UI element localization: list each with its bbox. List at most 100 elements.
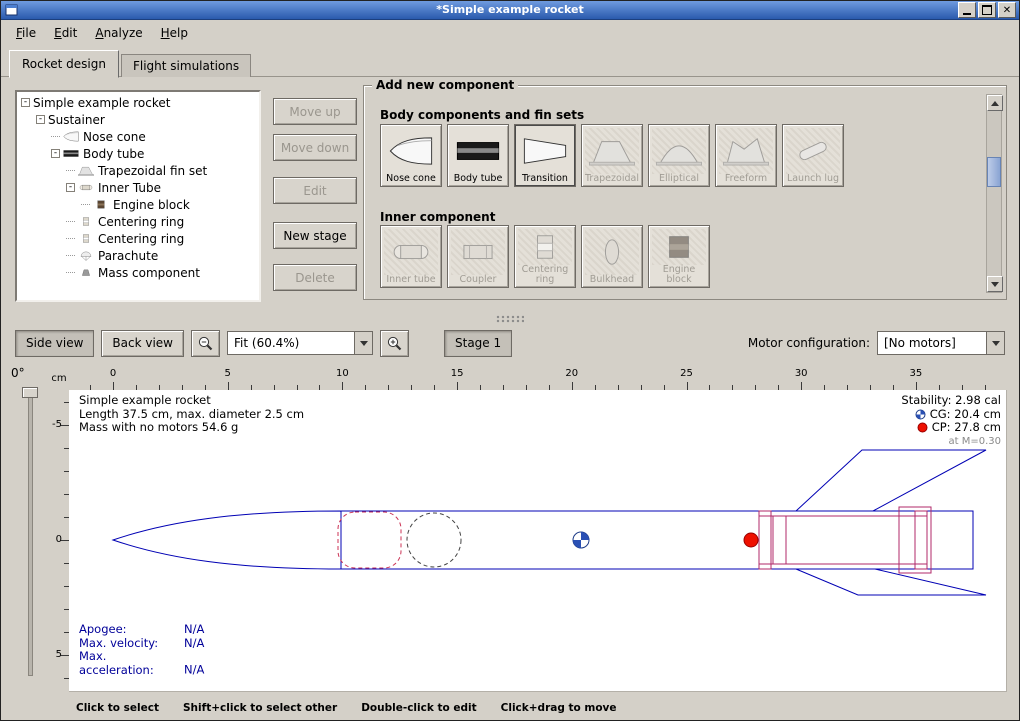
launchlug-icon — [790, 136, 836, 166]
innertube-icon — [388, 237, 434, 267]
ruler-tick — [228, 382, 229, 390]
motor-configuration-select[interactable]: [No motors] — [877, 331, 1005, 355]
back-view-button[interactable]: Back view — [101, 330, 184, 357]
fin-outline-upper[interactable] — [796, 450, 986, 511]
status-hint: Double-click to edit — [361, 702, 476, 714]
add-coupler-button[interactable]: Coupler — [447, 225, 509, 288]
component-button-label: Transition — [522, 174, 568, 184]
add-body-tube-button[interactable]: Body tube — [447, 124, 509, 187]
scroll-down-icon[interactable] — [987, 276, 1003, 292]
stage-1-toggle[interactable]: Stage 1 — [444, 330, 512, 357]
tree-item-mass-component[interactable]: Mass component — [17, 264, 259, 281]
tree-item-trapezoidal-fin-set[interactable]: Trapezoidal fin set — [17, 162, 259, 179]
rotation-slider[interactable] — [28, 391, 33, 676]
tree-expander-icon[interactable]: - — [36, 115, 45, 124]
split-pane-divider[interactable] — [1, 313, 1019, 325]
menu-item-analyze[interactable]: Analyze — [86, 22, 151, 44]
tab-rocket-design[interactable]: Rocket design — [9, 50, 119, 78]
mass-icon — [78, 267, 94, 278]
edit-button[interactable]: Edit — [273, 177, 357, 204]
component-scrollbar[interactable] — [986, 94, 1002, 293]
add-centering-ring-button[interactable]: Centering ring — [514, 225, 576, 288]
add-transition-button[interactable]: Transition — [514, 124, 576, 187]
fin-trapezoidal-icon — [585, 128, 639, 174]
menu-item-edit[interactable]: Edit — [45, 22, 86, 44]
title-bar: *Simple example rocket ✕ — [1, 1, 1019, 20]
tree-expander-icon[interactable]: - — [51, 149, 60, 158]
tree-expander-icon[interactable]: - — [21, 98, 30, 107]
tree-item-sustainer[interactable]: -Sustainer — [17, 111, 259, 128]
tree-expander-icon[interactable]: - — [66, 183, 75, 192]
minimize-icon — [963, 13, 971, 15]
add-nose-cone-button[interactable]: Nose cone — [380, 124, 442, 187]
menu-item-file[interactable]: File — [7, 22, 45, 44]
menu-item-help[interactable]: Help — [152, 22, 197, 44]
motor-mount-outline[interactable] — [759, 507, 931, 573]
maximize-button[interactable] — [978, 2, 996, 18]
scrollbar-thumb[interactable] — [987, 157, 1001, 187]
add-launch-lug-button[interactable]: Launch lug — [782, 124, 844, 187]
side-view-button[interactable]: Side view — [15, 330, 94, 357]
flight-data-row: Apogee:N/A — [79, 623, 204, 637]
component-tree[interactable]: -Simple example rocket-SustainerNose con… — [15, 90, 261, 302]
tree-item-nose-cone[interactable]: Nose cone — [17, 128, 259, 145]
close-button[interactable]: ✕ — [998, 2, 1016, 18]
transition-icon — [518, 128, 572, 174]
zoom-level-select[interactable]: Fit (60.4%) — [227, 331, 373, 355]
nose-cone-outline[interactable] — [113, 511, 341, 569]
component-button-row: Inner tubeCouplerCentering ringBulkheadE… — [380, 225, 710, 288]
bodytube-icon — [63, 148, 79, 159]
move-down-button[interactable]: Move down — [273, 134, 357, 161]
rotation-slider-handle[interactable] — [22, 387, 38, 398]
tree-item-body-tube[interactable]: -Body tube — [17, 145, 259, 162]
tree-item-engine-block[interactable]: Engine block — [17, 196, 259, 213]
parachute-dashed-outline[interactable] — [338, 512, 401, 568]
tree-connector — [66, 238, 75, 239]
tree-item-inner-tube[interactable]: -Inner Tube — [17, 179, 259, 196]
mass-component-dashed-outline[interactable] — [407, 513, 461, 567]
add-engine-block-button[interactable]: Engine block — [648, 225, 710, 288]
zoom-out-button[interactable] — [191, 330, 220, 357]
chevron-down-icon[interactable] — [986, 332, 1004, 354]
drawing-area[interactable]: Simple example rocket Length 37.5 cm, ma… — [69, 390, 1007, 692]
transition-icon — [522, 136, 568, 166]
rocket-drawing[interactable] — [69, 390, 1007, 692]
tree-item-centering-ring[interactable]: Centering ring — [17, 213, 259, 230]
cp-icon — [917, 422, 928, 433]
move-up-button[interactable]: Move up — [273, 98, 357, 125]
add-elliptical-button[interactable]: Elliptical — [648, 124, 710, 187]
h-ruler-label: 15 — [445, 368, 469, 379]
tree-item-simple-example-rocket[interactable]: -Simple example rocket — [17, 94, 259, 111]
add-bulkhead-button[interactable]: Bulkhead — [581, 225, 643, 288]
add-freeform-button[interactable]: Freeform — [715, 124, 777, 187]
add-component-group: Add new component Body components and fi… — [363, 85, 1007, 300]
fin-outline-lower[interactable] — [796, 569, 986, 595]
mass-icon — [78, 267, 94, 278]
chevron-down-icon[interactable] — [354, 332, 372, 354]
zoom-in-button[interactable] — [380, 330, 409, 357]
tree-item-parachute[interactable]: Parachute — [17, 247, 259, 264]
add-trapezoidal-button[interactable]: Trapezoidal — [581, 124, 643, 187]
add-inner-tube-button[interactable]: Inner tube — [380, 225, 442, 288]
tab-flight-simulations[interactable]: Flight simulations — [121, 54, 251, 77]
h-ruler-label: 0 — [101, 368, 125, 379]
component-button-row: Nose cone Body tube Transition TrapezoidalE… — [380, 124, 844, 187]
body-tube-outline[interactable] — [341, 511, 973, 569]
component-button-label: Nose cone — [386, 174, 436, 184]
engineblock-icon — [652, 229, 706, 265]
view-toolbar: Side view Back view Fit (60.4%) Stage 1 … — [1, 325, 1019, 361]
centeringring-icon — [78, 233, 94, 244]
design-panel: -Simple example rocket-SustainerNose con… — [1, 77, 1019, 313]
section-label-inner-component: Inner component — [380, 210, 495, 224]
new-stage-button[interactable]: New stage — [273, 222, 357, 249]
cp-marker — [744, 533, 758, 547]
ruler-tick — [916, 382, 917, 390]
minimize-button[interactable] — [958, 2, 976, 18]
window-controls: ✕ — [958, 2, 1016, 18]
tree-item-label: Mass component — [98, 266, 200, 280]
delete-button[interactable]: Delete — [273, 264, 357, 291]
scroll-up-icon[interactable] — [987, 95, 1003, 111]
h-ruler-label: 25 — [675, 368, 699, 379]
tree-item-centering-ring[interactable]: Centering ring — [17, 230, 259, 247]
cp-value: CP: 27.8 cm — [901, 421, 1001, 435]
